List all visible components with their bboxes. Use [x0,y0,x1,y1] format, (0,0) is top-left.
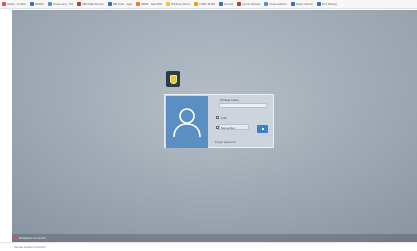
bookmark-item[interactable]: IAM Tools · Apps [107,2,133,6]
bookmark-favicon [290,2,295,6]
bookmark-favicon [77,2,82,6]
username-label: Privilege Users [220,98,239,102]
bookmark-item[interactable]: TFA Docs Site In [165,2,191,6]
forgot-password-link[interactable]: Forgot password [215,140,236,144]
shield-icon [169,74,177,84]
auto-option-label: Auto [221,116,227,120]
bookmark-favicon [29,2,34,6]
user-silhouette-icon [173,108,201,138]
bookmark-label: TIoT Sharing [321,2,337,6]
bookmark-favicon [219,2,224,6]
login-button[interactable] [257,125,268,133]
status-text: Workspace Connection [19,236,46,240]
bookmark-label: TOPIC SITES [199,2,216,6]
bookmarks-bar: Infinity · On Mac NASDA Travel Long · The T… [0,0,417,9]
bookmark-favicon [194,2,199,6]
user-avatar [166,96,208,148]
bookmark-favicon [2,2,6,6]
bookmark-label: Insure Harbour [269,2,287,6]
bookmark-favicon [165,2,170,6]
bookmark-label: Travel Long · The [52,2,74,6]
bookmark-favicon [47,2,52,6]
bookmark-item[interactable]: TED Talks Rumors [77,2,104,6]
bookmark-favicon [107,2,112,6]
bookmark-item[interactable]: NASDA [29,2,44,6]
bottom-strip: Remote session connected [0,242,417,251]
bookmark-item[interactable]: On Hire [219,2,233,6]
bookmark-item[interactable]: Travel Long · The [47,2,74,6]
bookmark-item[interactable]: Let On Harness [237,2,260,6]
bookmark-favicon [316,2,321,6]
bookmark-item[interactable]: Infinity · On Mac [2,2,26,6]
bookmark-label: TFA Docs Site In [170,2,191,6]
bookmark-label: Let On Harness [242,2,261,6]
username-field[interactable] [219,103,267,108]
bookmark-favicon [264,2,269,6]
bookmark-item[interactable]: TIoT Sharing [316,2,337,6]
bookmark-label: IAM Tools · Apps [112,2,133,6]
bookmark-label: NASDA [34,2,44,6]
bookmark-favicon [136,2,141,6]
bookmark-label: Teams Chat Ht [295,2,313,6]
bookmark-item[interactable]: SIMPL · Mac APE [136,2,162,6]
bookmark-item[interactable]: Teams Chat Ht [290,2,313,6]
remember-label: Remember [221,126,235,130]
bookmark-favicon [237,2,242,6]
status-indicator-icon [14,236,17,240]
remember-checkbox[interactable] [216,126,219,129]
auto-option-checkbox[interactable] [216,116,219,119]
bookmark-label: On Hire [224,2,234,6]
bookmark-item[interactable]: Insure Harbour [264,2,287,6]
bookmark-label: SIMPL · Mac APE [141,2,162,6]
bookmark-label: TED Talks Rumors [82,2,104,6]
status-bar: Workspace Connection [12,234,417,242]
bookmark-item[interactable]: TOPIC SITES [194,2,215,6]
bottom-strip-text: Remote session connected [14,245,46,249]
app-logo-icon [166,71,180,87]
bookmark-label: Infinity · On Mac [7,2,26,6]
